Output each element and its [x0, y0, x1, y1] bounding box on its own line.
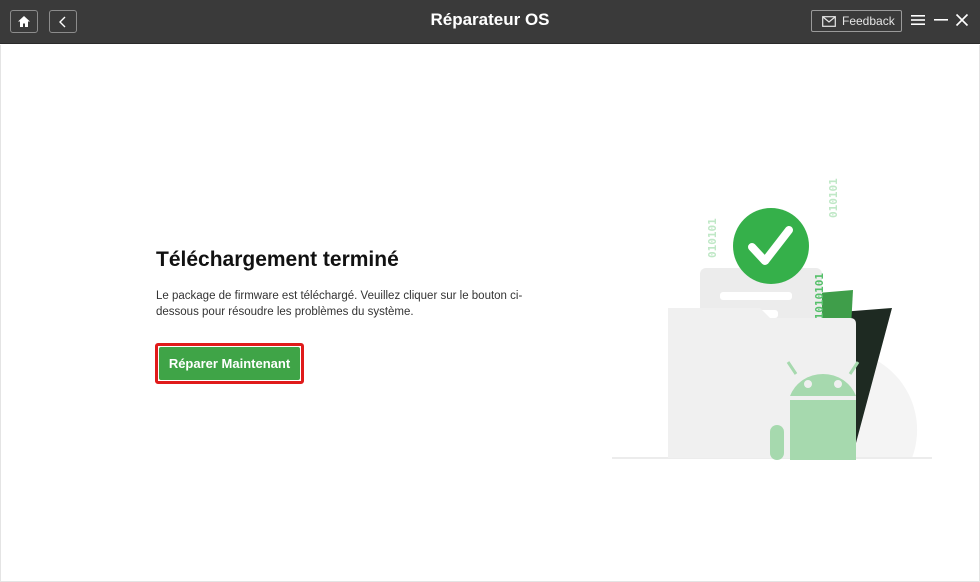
mail-icon [822, 15, 836, 27]
home-button[interactable] [10, 10, 38, 33]
page-title: Téléchargement terminé [156, 248, 399, 271]
feedback-label: Feedback [842, 14, 895, 28]
title-bar: Réparateur OS Feedback [0, 0, 980, 44]
binary-right: 010101 [827, 178, 840, 218]
binary-center: 01010101 [813, 273, 826, 326]
feedback-button[interactable]: Feedback [811, 10, 902, 32]
repair-button-highlight: Réparer Maintenant [155, 343, 304, 384]
menu-button[interactable] [908, 9, 928, 31]
back-button[interactable] [49, 10, 77, 33]
page-description: Le package de firmware est téléchargé. V… [156, 290, 523, 318]
close-icon [955, 13, 969, 27]
binary-left: 010101 [706, 218, 719, 258]
firmware-illustration: 010101 010101 01010101 [612, 178, 932, 460]
document-line [720, 292, 792, 300]
minimize-icon [934, 19, 948, 21]
repair-now-button[interactable]: Réparer Maintenant [159, 347, 300, 380]
home-icon [18, 16, 30, 27]
minimize-button[interactable] [931, 9, 951, 31]
check-badge [733, 208, 809, 284]
back-icon [59, 16, 66, 27]
close-button[interactable] [952, 9, 972, 31]
menu-icon [911, 15, 925, 25]
